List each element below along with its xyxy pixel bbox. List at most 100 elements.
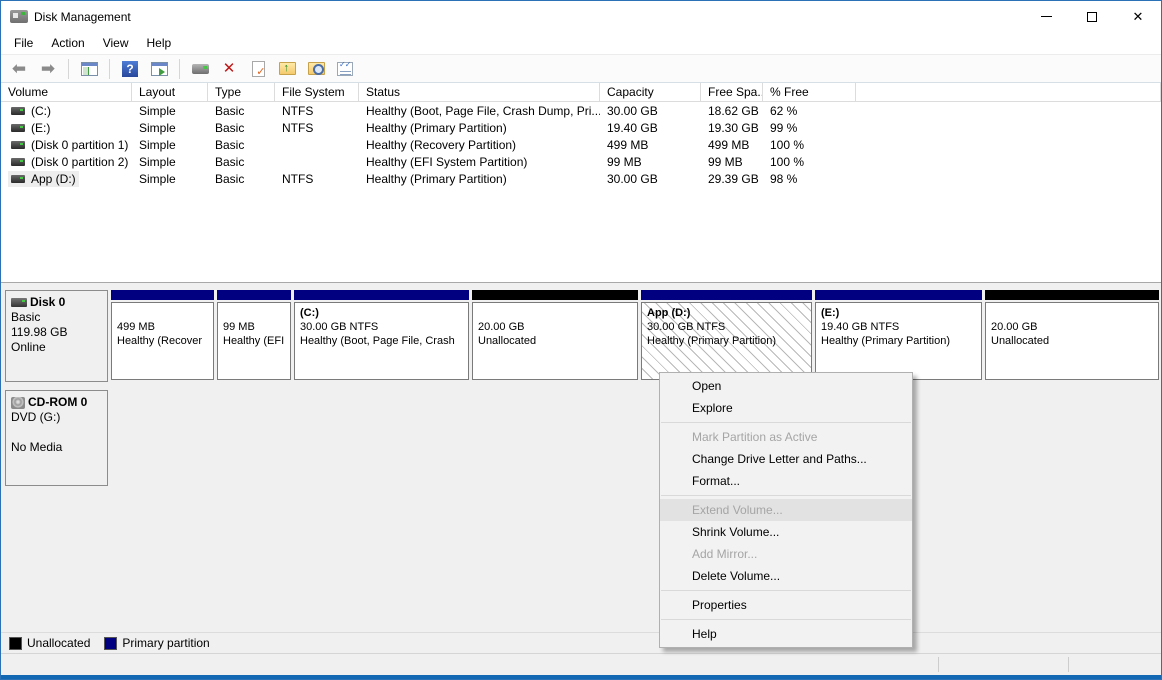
table-row[interactable]: (C:) Simple Basic NTFS Healthy (Boot, Pa… (1, 102, 1161, 119)
menu-action[interactable]: Action (42, 34, 93, 52)
cell-pct: 99 % (763, 119, 856, 136)
maximize-button[interactable] (1069, 1, 1115, 32)
cdrom-info-box[interactable]: CD-ROM 0 DVD (G:) No Media (5, 390, 108, 486)
partition-size: 19.40 GB NTFS (821, 320, 976, 334)
minimize-icon (1041, 16, 1052, 17)
cell-type: Basic (208, 102, 275, 119)
column-header-file-system[interactable]: File System (275, 83, 359, 101)
partition-label (223, 306, 285, 320)
partition-color-bar (294, 290, 469, 300)
cell-layout: Simple (132, 119, 208, 136)
volume-name: (E:) (31, 121, 50, 135)
cell-pct: 98 % (763, 170, 856, 187)
menu-item-explore[interactable]: Explore (660, 397, 912, 419)
partition-color-bar (472, 290, 638, 300)
cell-free: 19.30 GB (701, 119, 763, 136)
unallocated-color-swatch (9, 637, 22, 650)
help-icon: ? (122, 61, 138, 77)
menu-item-delete-volume[interactable]: Delete Volume... (660, 565, 912, 587)
mark-partition-button[interactable] (246, 57, 270, 81)
disk-management-tool-button[interactable] (188, 57, 212, 81)
disk-graph-pane: Disk 0 Basic 119.98 GB Online 499 MB Hea… (1, 287, 1161, 653)
table-row-selected[interactable]: App (D:) Simple Basic NTFS Healthy (Prim… (1, 170, 1161, 187)
back-arrow-icon: ⬅ (12, 60, 26, 77)
column-header-type[interactable]: Type (208, 83, 275, 101)
menu-help[interactable]: Help (138, 34, 181, 52)
volume-list-pane: Volume Layout Type File System Status Ca… (1, 83, 1161, 282)
open-button[interactable] (275, 57, 299, 81)
cell-capacity: 19.40 GB (600, 119, 701, 136)
show-action-pane-button[interactable] (147, 57, 171, 81)
menu-item-shrink-volume[interactable]: Shrink Volume... (660, 521, 912, 543)
menu-bar: File Action View Help (1, 32, 1161, 54)
volume-icon (11, 107, 25, 115)
delete-button[interactable]: ✕ (217, 57, 241, 81)
menu-item-change-drive-letter[interactable]: Change Drive Letter and Paths... (660, 448, 912, 470)
menu-item-open[interactable]: Open (660, 375, 912, 397)
status-bar (1, 653, 1161, 675)
volume-icon (11, 175, 25, 183)
primary-partition-color-swatch (104, 637, 117, 650)
cell-fs (275, 136, 359, 153)
forward-button[interactable]: ➡ (36, 57, 60, 81)
cell-type: Basic (208, 170, 275, 187)
toolbar-separator (109, 59, 110, 79)
column-header-free-space[interactable]: Free Spa... (701, 83, 763, 101)
menu-view[interactable]: View (94, 34, 138, 52)
volume-icon (11, 158, 25, 166)
partition-status: Unallocated (478, 334, 632, 348)
menu-separator (661, 422, 911, 423)
partition-efi[interactable]: 99 MB Healthy (EFI (217, 290, 291, 380)
cell-fs: NTFS (275, 119, 359, 136)
partition-status: Healthy (Primary Partition) (647, 334, 806, 348)
table-row[interactable]: (Disk 0 partition 1) Simple Basic Health… (1, 136, 1161, 153)
cell-type: Basic (208, 153, 275, 170)
back-button[interactable]: ⬅ (7, 57, 31, 81)
folder-up-icon (279, 62, 296, 75)
help-button[interactable]: ? (118, 57, 142, 81)
cell-fs: NTFS (275, 170, 359, 187)
menu-item-help[interactable]: Help (660, 623, 912, 645)
partition-status: Healthy (Primary Partition) (821, 334, 976, 348)
column-header-layout[interactable]: Layout (132, 83, 208, 101)
partition-d-selected[interactable]: App (D:) 30.00 GB NTFS Healthy (Primary … (641, 290, 812, 380)
partition-label: (E:) (821, 306, 976, 320)
show-console-tree-button[interactable] (77, 57, 101, 81)
close-button[interactable]: ✕ (1115, 1, 1161, 32)
cell-layout: Simple (132, 170, 208, 187)
disk0-info-box[interactable]: Disk 0 Basic 119.98 GB Online (5, 290, 108, 382)
properties-button[interactable] (333, 57, 357, 81)
table-row[interactable]: (Disk 0 partition 2) Simple Basic Health… (1, 153, 1161, 170)
partition-c[interactable]: (C:) 30.00 GB NTFS Healthy (Boot, Page F… (294, 290, 469, 380)
table-row[interactable]: (E:) Simple Basic NTFS Healthy (Primary … (1, 119, 1161, 136)
cell-status: Healthy (Primary Partition) (359, 119, 600, 136)
disk0-type: Basic (11, 310, 102, 325)
menu-item-properties[interactable]: Properties (660, 594, 912, 616)
drive-icon (192, 64, 209, 74)
disk0-name: Disk 0 (30, 295, 65, 309)
column-header-status[interactable]: Status (359, 83, 600, 101)
partition-recovery[interactable]: 499 MB Healthy (Recover (111, 290, 214, 380)
cell-layout: Simple (132, 136, 208, 153)
cdrom-icon (11, 397, 25, 409)
minimize-button[interactable] (1023, 1, 1069, 32)
menu-file[interactable]: File (5, 34, 42, 52)
partition-unallocated-1[interactable]: 20.00 GB Unallocated (472, 290, 638, 380)
cell-status: Healthy (Primary Partition) (359, 170, 600, 187)
column-header-volume[interactable]: Volume (1, 83, 132, 101)
cell-capacity: 30.00 GB (600, 170, 701, 187)
explore-button[interactable] (304, 57, 328, 81)
menu-item-format[interactable]: Format... (660, 470, 912, 492)
toolbar-separator (179, 59, 180, 79)
partition-status: Unallocated (991, 334, 1153, 348)
column-header-pct-free[interactable]: % Free (763, 83, 856, 101)
volume-table-header: Volume Layout Type File System Status Ca… (1, 83, 1161, 102)
partition-e[interactable]: (E:) 19.40 GB NTFS Healthy (Primary Part… (815, 290, 982, 380)
delete-x-icon: ✕ (223, 61, 236, 76)
partition-color-bar (111, 290, 214, 300)
forward-arrow-icon: ➡ (41, 60, 55, 77)
partition-unallocated-2[interactable]: 20.00 GB Unallocated (985, 290, 1159, 380)
cell-type: Basic (208, 119, 275, 136)
menu-item-add-mirror: Add Mirror... (660, 543, 912, 565)
column-header-capacity[interactable]: Capacity (600, 83, 701, 101)
